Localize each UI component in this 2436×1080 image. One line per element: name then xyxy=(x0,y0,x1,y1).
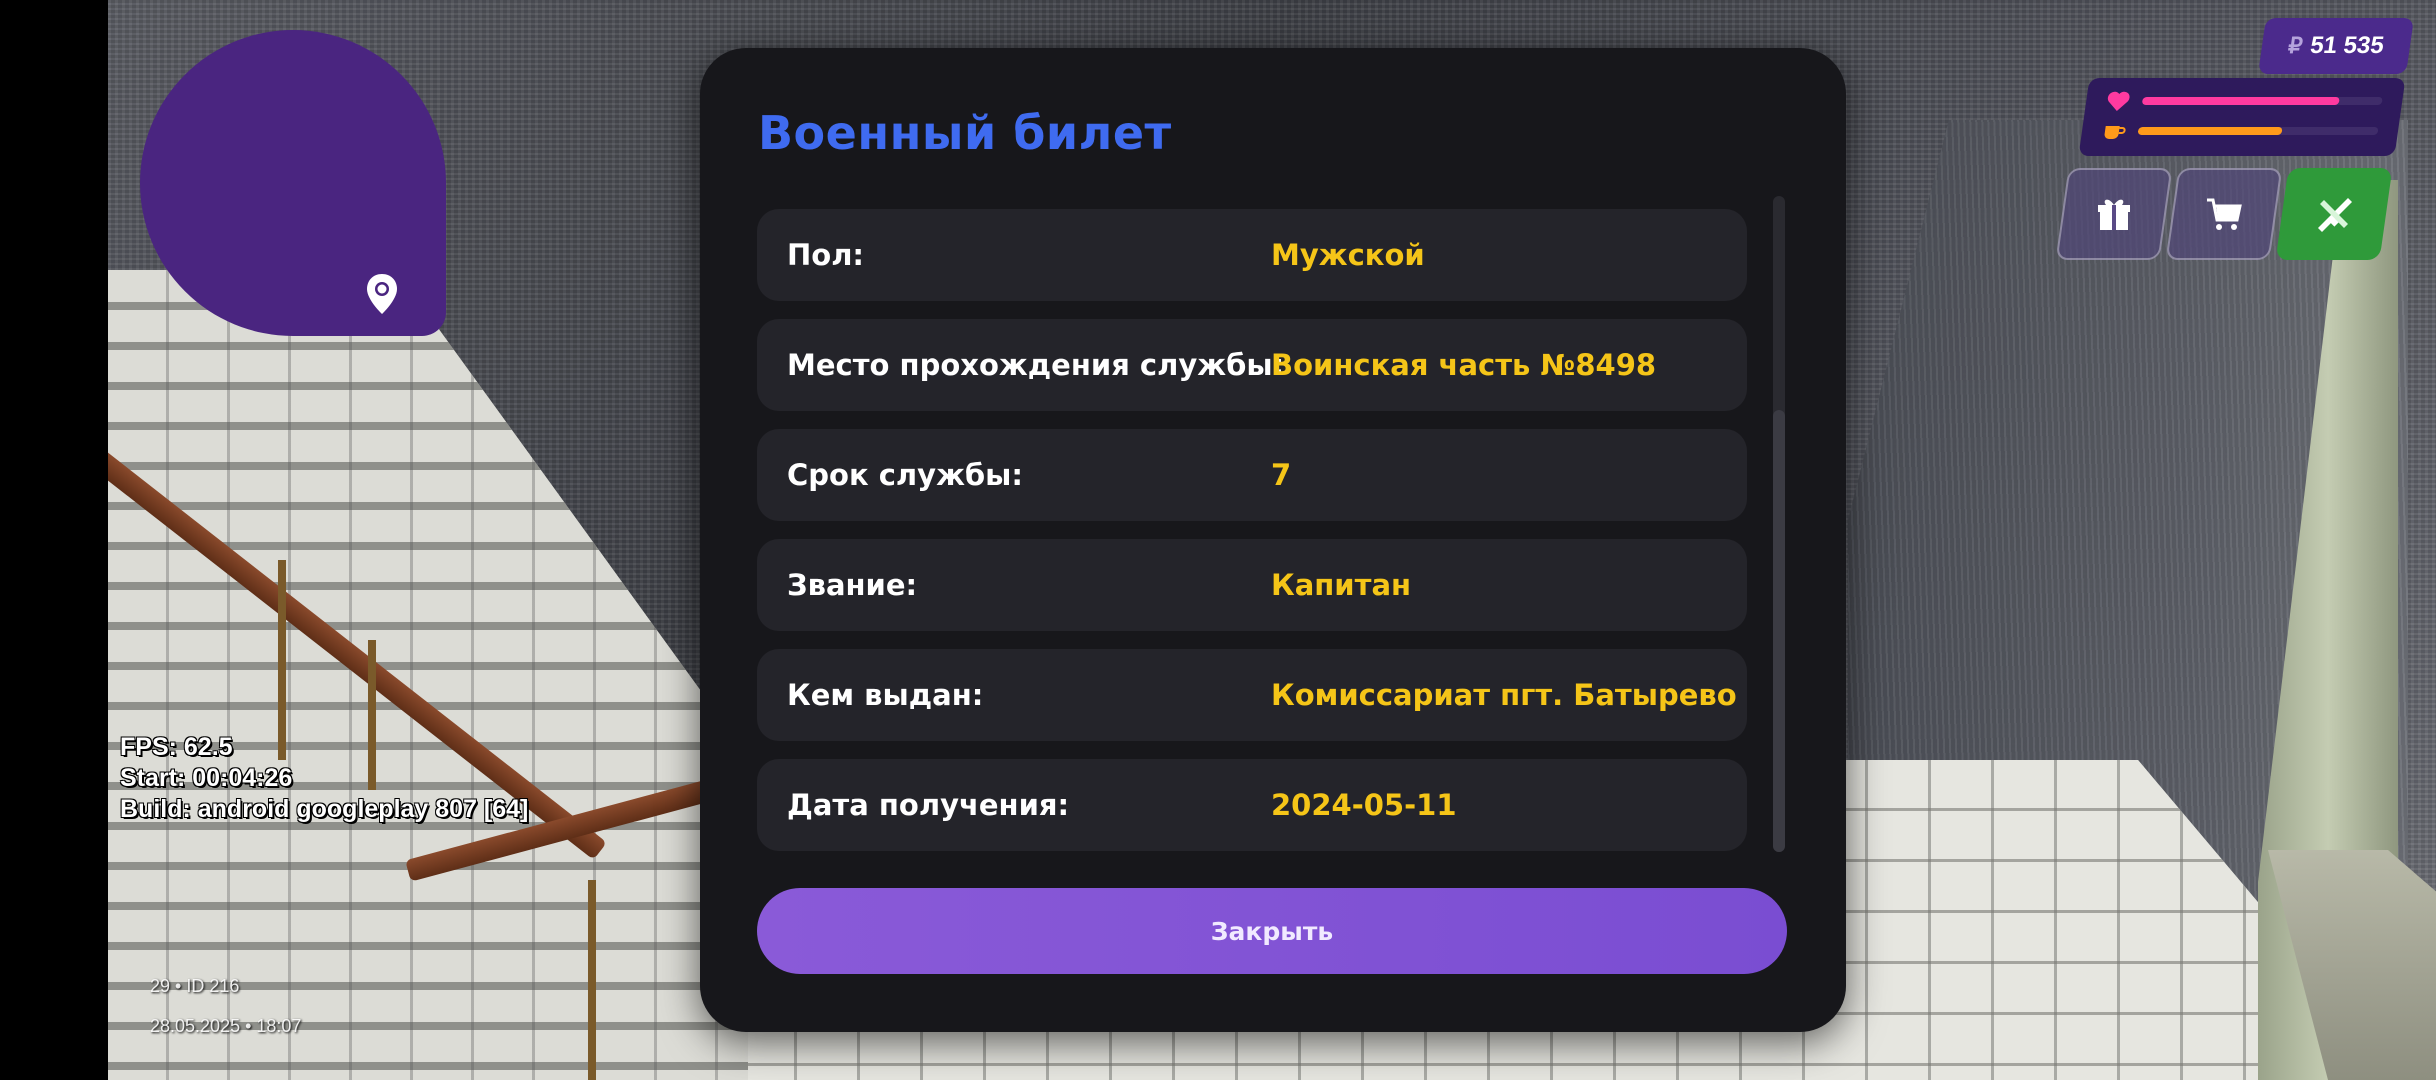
info-row-issued-by: Кем выдан: Комиссариат пгт. Батырево xyxy=(757,649,1747,741)
info-row-gender: Пол: Мужской xyxy=(757,209,1747,301)
build-text: Build: android googleplay 807 [64] xyxy=(120,795,529,823)
staircase-tiles xyxy=(108,270,748,1080)
location-pin-icon xyxy=(367,274,397,314)
row-label: Дата получения: xyxy=(787,788,1070,822)
row-value: 7 xyxy=(1271,458,1292,492)
hunger-bar xyxy=(2137,127,2379,135)
info-row-service-place: Место прохождения службы: Воинская часть… xyxy=(757,319,1747,411)
close-button[interactable]: Закрыть xyxy=(757,888,1787,974)
heart-icon xyxy=(2107,91,2130,111)
row-label: Место прохождения службы: xyxy=(787,348,1285,382)
info-row-service-term: Срок службы: 7 xyxy=(757,429,1747,521)
rail-post xyxy=(278,560,286,760)
row-label: Пол: xyxy=(787,238,865,272)
debug-overlay: FPS: 62.5 Start: 00:04:26 Build: android… xyxy=(120,732,528,825)
money-amount: 51 535 xyxy=(2308,32,2386,59)
row-value: Комиссариат пгт. Батырево xyxy=(1271,678,1737,712)
stats-panel xyxy=(2078,78,2406,156)
player-id: 29 • ID 216 xyxy=(150,976,240,996)
minimap[interactable] xyxy=(140,30,446,336)
row-value: Воинская часть №8498 xyxy=(1271,348,1657,382)
info-row-issue-date: Дата получения: 2024-05-11 xyxy=(757,759,1747,851)
cart-icon xyxy=(2207,198,2242,230)
health-bar-fill xyxy=(2141,97,2340,105)
fps-text: FPS: 62.5 xyxy=(120,733,233,761)
row-label: Звание: xyxy=(787,568,918,602)
row-label: Кем выдан: xyxy=(787,678,984,712)
health-bar xyxy=(2141,97,2383,105)
row-value: Капитан xyxy=(1271,568,1412,602)
start-time-text: Start: 00:04:26 xyxy=(120,764,293,792)
info-row-rank: Звание: Капитан xyxy=(757,539,1747,631)
rail-post xyxy=(588,880,596,1080)
cup-icon xyxy=(2104,126,2126,139)
shop-button[interactable] xyxy=(2165,168,2283,260)
currency-icon: ₽ xyxy=(2286,33,2305,58)
money-display: ₽ 51 535 xyxy=(2258,18,2414,74)
gift-button[interactable] xyxy=(2055,168,2173,260)
gift-icon xyxy=(2098,199,2130,230)
weapon-icon xyxy=(2318,198,2352,232)
datetime: 28.05.2025 • 18:07 xyxy=(150,1016,302,1036)
weapon-button[interactable] xyxy=(2275,168,2393,260)
row-value: Мужской xyxy=(1271,238,1425,272)
scrollbar-thumb[interactable] xyxy=(1773,410,1785,852)
row-label: Срок службы: xyxy=(787,458,1024,492)
hunger-bar-fill xyxy=(2137,127,2283,135)
row-value: 2024-05-11 xyxy=(1271,788,1457,822)
dialog-title: Военный билет xyxy=(758,106,1172,160)
